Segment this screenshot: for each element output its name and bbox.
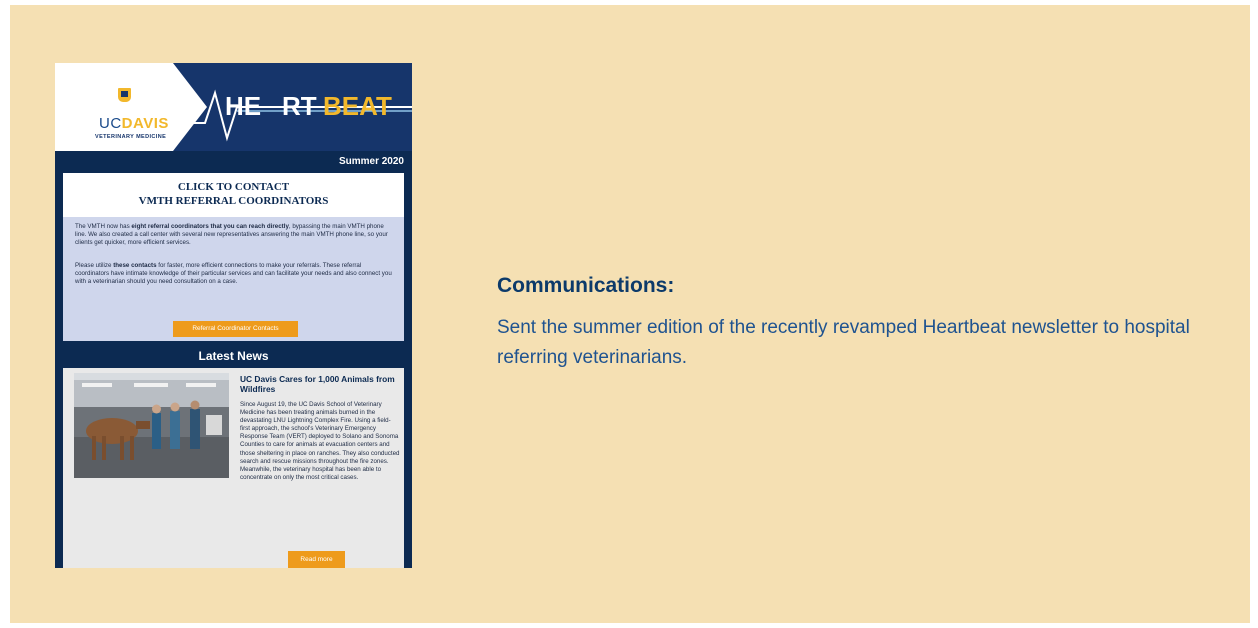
- read-more-button[interactable]: Read more: [288, 551, 345, 568]
- communications-description: Sent the summer edition of the recently …: [497, 317, 1190, 368]
- news-section: UC Davis Cares for 1,000 Animals from Wi…: [63, 368, 404, 568]
- heartbeat-title: HE RT BEAT: [225, 91, 392, 121]
- contact-heading-line2: VMTH REFERRAL COORDINATORS: [138, 195, 329, 207]
- contact-heading-link[interactable]: CLICK TO CONTACT VMTH REFERRAL COORDINAT…: [63, 173, 404, 217]
- newsletter-image: UCDAVIS VETERINARY MEDICINE HE RT BEAT S…: [55, 63, 412, 568]
- svg-text:RT: RT: [282, 91, 317, 121]
- contact-paragraph-2: Please utilize these contacts for faster…: [75, 262, 392, 285]
- season-bar: Summer 2020: [55, 151, 412, 173]
- wildfire-animals-photo: [74, 373, 229, 478]
- latest-news-heading: Latest News: [198, 349, 269, 363]
- communications-heading: Communications:: [497, 274, 675, 297]
- contact-paragraph-1: The VMTH now has eight referral coordina…: [75, 223, 388, 246]
- svg-text:BEAT: BEAT: [323, 91, 392, 121]
- season-label: Summer 2020: [338, 156, 404, 167]
- these-contacts-link[interactable]: these contacts: [113, 262, 156, 269]
- article-body: Since August 19, the UC Davis School of …: [240, 401, 400, 481]
- contact-heading-line1: CLICK TO CONTACT: [177, 181, 290, 193]
- newsletter-banner: UCDAVIS VETERINARY MEDICINE HE RT BEAT: [55, 63, 412, 151]
- svg-text:HE: HE: [225, 91, 261, 121]
- contact-section: The VMTH now has eight referral coordina…: [63, 217, 404, 341]
- referral-contacts-button[interactable]: Referral Coordinator Contacts: [173, 321, 298, 337]
- article-title-link[interactable]: UC Davis Cares for 1,000 Animals from Wi…: [240, 374, 400, 394]
